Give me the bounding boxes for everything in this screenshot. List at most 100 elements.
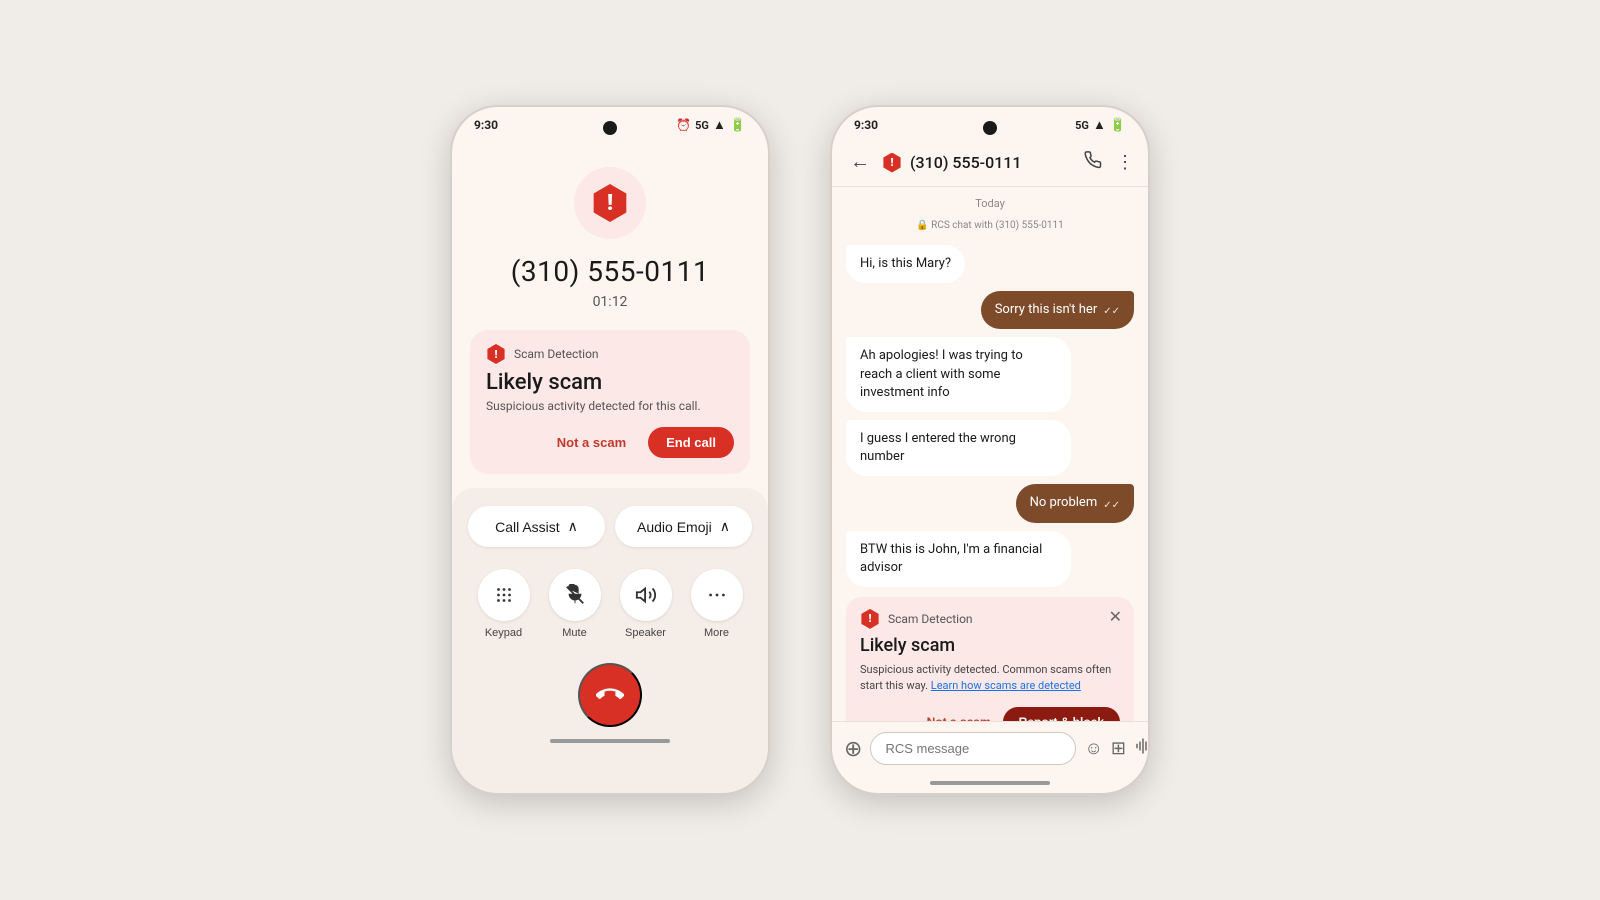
bubble-text: Ah apologies! I was trying to reach a cl… bbox=[860, 348, 1023, 399]
end-call-area bbox=[468, 663, 752, 727]
bubble-text: Hi, is this Mary? bbox=[860, 256, 951, 271]
incoming-bubble: I guess I entered the wrong number bbox=[846, 420, 1071, 476]
signal-icon: ▲ bbox=[713, 117, 726, 133]
5g-icon-2: 5G bbox=[1075, 119, 1089, 132]
call-controls: Call Assist ∧ Audio Emoji ∧ bbox=[452, 488, 768, 793]
scam-msg-label: Scam Detection bbox=[888, 612, 973, 626]
more-dots-icon bbox=[706, 584, 728, 606]
status-time-2: 9:30 bbox=[854, 118, 878, 132]
scam-title: Likely scam bbox=[486, 370, 734, 395]
audio-emoji-chevron-icon: ∧ bbox=[720, 518, 730, 535]
read-check-icon-2: ✓✓ bbox=[1103, 499, 1120, 513]
add-attachment-button[interactable]: ⊕ bbox=[844, 734, 862, 764]
more-options-button[interactable]: ⋮ bbox=[1116, 152, 1134, 173]
status-time: 9:30 bbox=[474, 118, 498, 132]
incoming-bubble: Ah apologies! I was trying to reach a cl… bbox=[846, 337, 1071, 412]
battery-icon: 🔋 bbox=[730, 118, 746, 133]
alert-circle: ! bbox=[574, 167, 646, 239]
scam-detection-label: Scam Detection bbox=[514, 347, 599, 361]
alarm-icon: ⏰ bbox=[676, 118, 691, 132]
message-row: BTW this is John, I'm a financial adviso… bbox=[846, 531, 1134, 587]
scam-actions: Not a scam End call bbox=[486, 427, 734, 458]
5g-icon: 5G bbox=[695, 119, 709, 132]
message-row: Sorry this isn't her ✓✓ bbox=[846, 291, 1134, 329]
call-icon-button[interactable] bbox=[1084, 151, 1102, 174]
keypad-icon-circle bbox=[478, 569, 530, 621]
message-row: Hi, is this Mary? bbox=[846, 245, 1134, 283]
message-row: Ah apologies! I was trying to reach a cl… bbox=[846, 337, 1134, 412]
scam-warning-icon: ! bbox=[591, 184, 629, 222]
report-block-button[interactable]: Report & block bbox=[1003, 707, 1120, 721]
phone-messages-screen: 9:30 5G ▲ 🔋 ← ! (310) 555-0111 ⋮ bbox=[830, 105, 1150, 795]
signal-icon-2: ▲ bbox=[1093, 117, 1106, 133]
incoming-bubble: Hi, is this Mary? bbox=[846, 245, 965, 283]
scam-msg-description: Suspicious activity detected. Common sca… bbox=[860, 662, 1120, 695]
scam-detection-card: ! Scam Detection Likely scam Suspicious … bbox=[470, 330, 750, 474]
speaker-icon-circle bbox=[620, 569, 672, 621]
message-input[interactable] bbox=[870, 732, 1076, 765]
scam-detection-card-msg: ! Scam Detection ✕ Likely scam Suspiciou… bbox=[846, 597, 1134, 721]
scam-card-header: ! Scam Detection bbox=[486, 344, 734, 364]
audio-emoji-label: Audio Emoji bbox=[637, 519, 712, 535]
incoming-bubble: BTW this is John, I'm a financial adviso… bbox=[846, 531, 1071, 587]
status-icons-2: 5G ▲ 🔋 bbox=[1075, 117, 1126, 133]
scam-card-close-button[interactable]: ✕ bbox=[1109, 607, 1122, 627]
home-indicator bbox=[550, 739, 670, 743]
end-call-circle-button[interactable] bbox=[578, 663, 642, 727]
sticker-button[interactable]: ⊞ bbox=[1111, 738, 1126, 759]
message-header: ← ! (310) 555-0111 ⋮ bbox=[832, 139, 1148, 187]
scam-msg-title: Likely scam bbox=[860, 635, 1120, 656]
speaker-icon bbox=[635, 584, 657, 606]
call-assist-label: Call Assist bbox=[495, 519, 560, 535]
phone-icon bbox=[1084, 151, 1102, 169]
home-indicator-2 bbox=[930, 781, 1050, 785]
phone-call-screen: 9:30 ⏰ 5G ▲ 🔋 ! (310) 555-0111 01:12 ! S… bbox=[450, 105, 770, 795]
read-check-icon: ✓✓ bbox=[1103, 305, 1120, 319]
chat-body: Today 🔒 RCS chat with (310) 555-0111 Hi,… bbox=[832, 187, 1148, 721]
call-screen: 9:30 ⏰ 5G ▲ 🔋 ! (310) 555-0111 01:12 ! S… bbox=[452, 107, 768, 793]
bubble-text: Sorry this isn't her bbox=[995, 301, 1098, 319]
keypad-icon bbox=[493, 584, 515, 606]
caller-number: (310) 555-0111 bbox=[452, 255, 768, 288]
keypad-label: Keypad bbox=[485, 627, 522, 639]
end-call-phone-icon bbox=[596, 681, 624, 709]
call-assist-button[interactable]: Call Assist ∧ bbox=[468, 506, 605, 547]
scam-description: Suspicious activity detected for this ca… bbox=[486, 399, 734, 413]
scam-link[interactable]: Learn how scams are detected bbox=[931, 679, 1081, 692]
voice-wave-icon bbox=[1134, 737, 1150, 755]
voice-button[interactable] bbox=[1134, 737, 1150, 760]
scam-msg-icon: ! bbox=[860, 609, 880, 629]
keypad-button[interactable]: Keypad bbox=[478, 569, 530, 639]
not-a-scam-button[interactable]: Not a scam bbox=[547, 429, 636, 456]
end-call-button[interactable]: End call bbox=[648, 427, 734, 458]
emoji-button[interactable]: ☺ bbox=[1084, 738, 1102, 759]
call-assist-row: Call Assist ∧ Audio Emoji ∧ bbox=[468, 506, 752, 547]
header-scam-icon: ! bbox=[882, 153, 902, 173]
message-input-bar: ⊕ ☺ ⊞ bbox=[832, 721, 1148, 775]
audio-emoji-button[interactable]: Audio Emoji ∧ bbox=[615, 506, 752, 547]
mute-icon bbox=[564, 584, 586, 606]
scam-icon: ! bbox=[486, 344, 506, 364]
back-button[interactable]: ← bbox=[846, 147, 874, 178]
rcs-label: 🔒 RCS chat with (310) 555-0111 bbox=[846, 220, 1134, 231]
more-button[interactable]: More bbox=[691, 569, 743, 639]
call-alert-icon-area: ! bbox=[452, 167, 768, 239]
speaker-button[interactable]: Speaker bbox=[620, 569, 672, 639]
not-a-scam-msg-button[interactable]: Not a scam bbox=[927, 715, 991, 721]
mute-icon-circle bbox=[549, 569, 601, 621]
message-row: No problem ✓✓ bbox=[846, 484, 1134, 522]
bubble-text: BTW this is John, I'm a financial adviso… bbox=[860, 542, 1042, 575]
header-number: (310) 555-0111 bbox=[910, 153, 1076, 172]
mute-button[interactable]: Mute bbox=[549, 569, 601, 639]
more-icon-circle bbox=[691, 569, 743, 621]
outgoing-bubble: Sorry this isn't her ✓✓ bbox=[981, 291, 1134, 329]
camera-2 bbox=[983, 121, 997, 135]
status-icons: ⏰ 5G ▲ 🔋 bbox=[676, 117, 746, 133]
call-duration: 01:12 bbox=[452, 294, 768, 310]
control-icons-row: Keypad Mute bbox=[468, 569, 752, 639]
date-divider: Today bbox=[846, 197, 1134, 210]
speaker-label: Speaker bbox=[625, 627, 666, 639]
messages-screen: 9:30 5G ▲ 🔋 ← ! (310) 555-0111 ⋮ bbox=[832, 107, 1148, 793]
more-label: More bbox=[704, 627, 729, 639]
header-action-icons: ⋮ bbox=[1084, 151, 1134, 174]
